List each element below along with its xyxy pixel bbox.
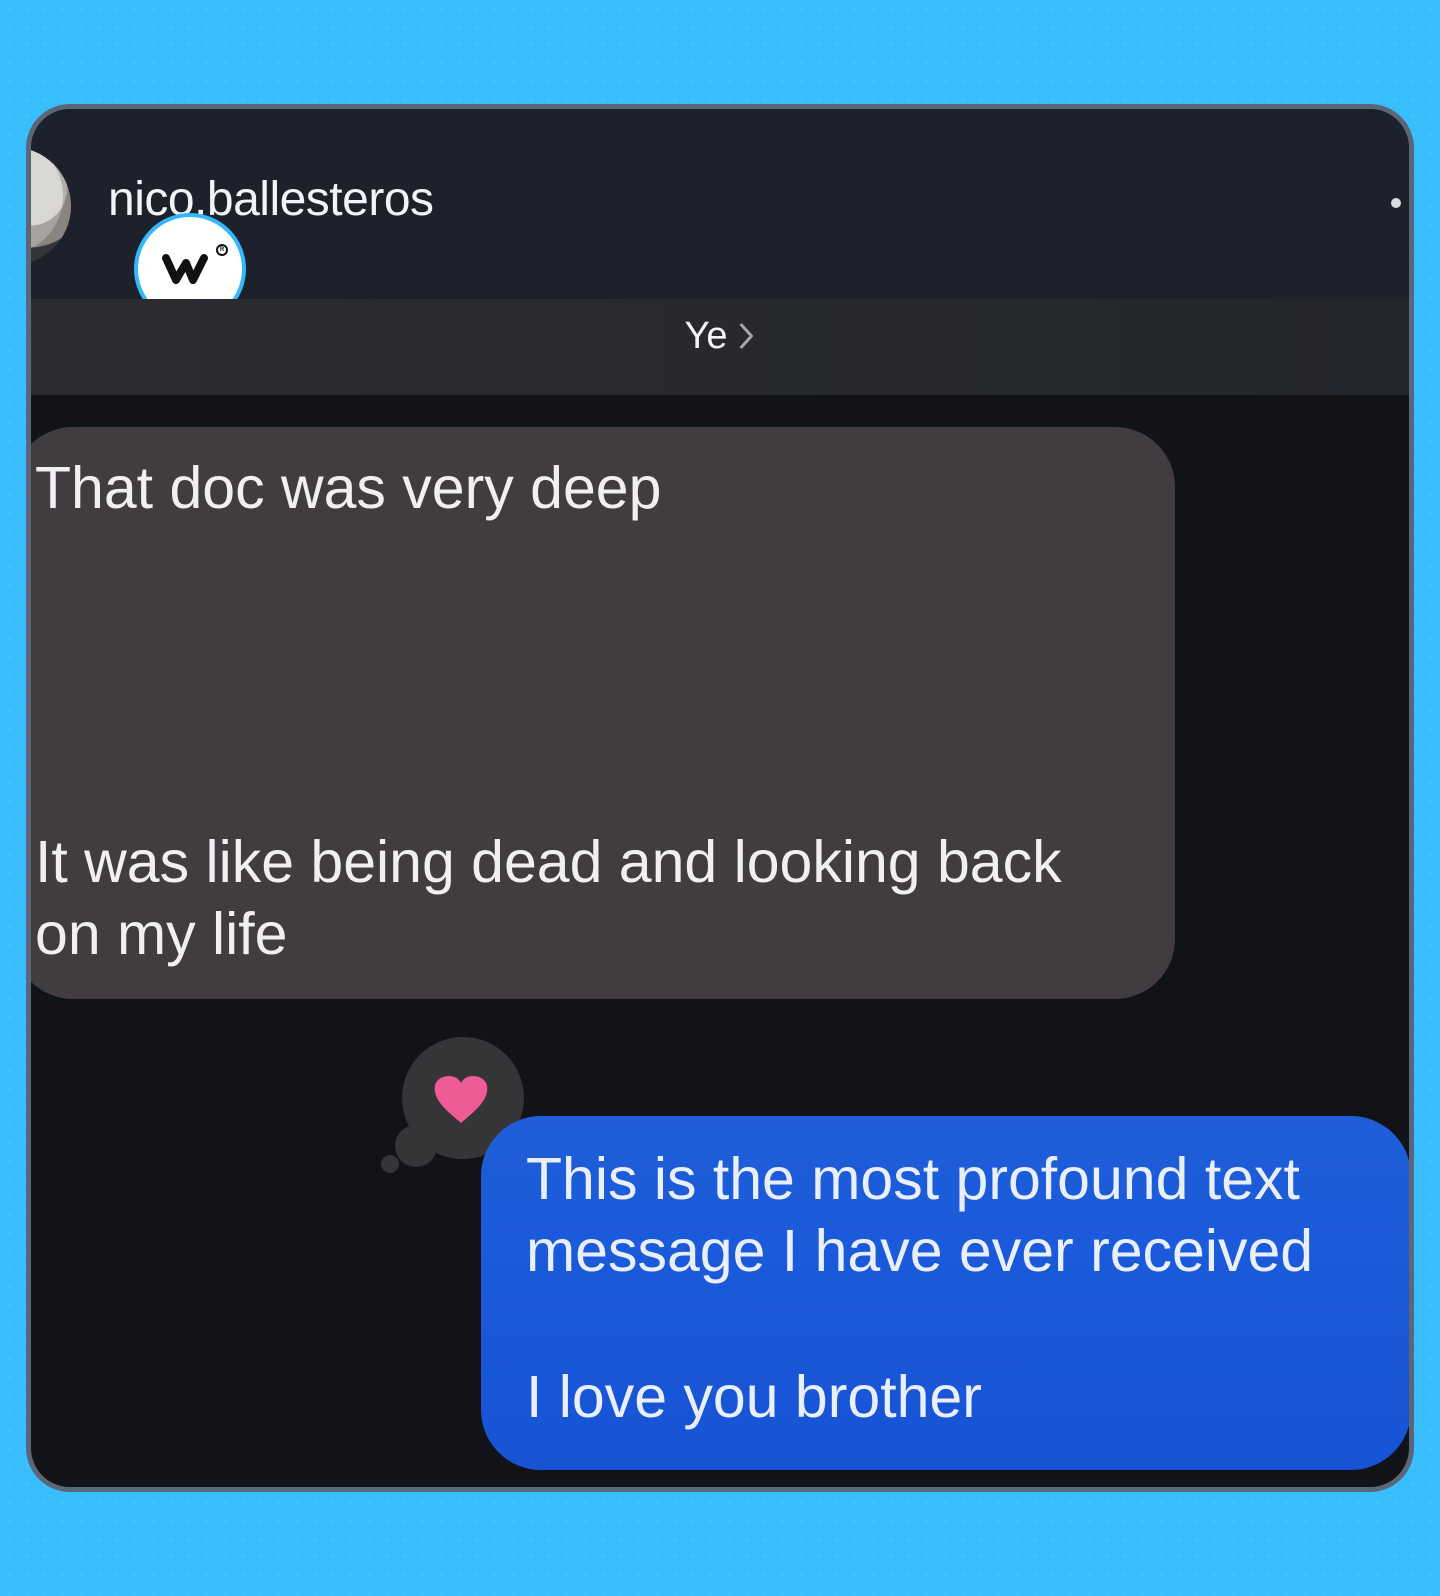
outgoing-message-bubble: This is the most profound text message I…	[481, 1116, 1409, 1470]
outgoing-message-spacer	[526, 1288, 1387, 1362]
chat-card: nico.ballesteros R Ye That doc was very …	[26, 104, 1414, 1492]
outgoing-message-line-2: I love you brother	[526, 1363, 982, 1430]
username[interactable]: nico.ballesteros	[108, 176, 434, 224]
story-link[interactable]: Ye	[685, 317, 756, 355]
reaction-tail-large	[395, 1125, 437, 1167]
profile-avatar[interactable]	[31, 147, 71, 265]
heart-icon	[431, 1074, 491, 1126]
chat-header: nico.ballesteros R	[31, 109, 1409, 325]
incoming-message-bubble: That doc was very deep It was like being…	[31, 427, 1175, 999]
chevron-right-icon	[738, 321, 756, 351]
more-options-icon[interactable]	[1391, 198, 1401, 208]
reaction-tail-small	[381, 1155, 399, 1173]
outgoing-message-line-1: This is the most profound text message I…	[526, 1146, 1314, 1284]
story-reply-label: Ye	[684, 315, 728, 357]
w-logo-icon: R	[162, 244, 228, 286]
incoming-message-line-1: That doc was very deep	[35, 455, 662, 521]
incoming-message-line-2: It was like being dead and looking back …	[35, 828, 1062, 967]
incoming-message-spacer	[35, 525, 1143, 827]
story-reply-strip[interactable]: Ye	[31, 299, 1409, 395]
registered-mark-icon: R	[216, 244, 228, 256]
